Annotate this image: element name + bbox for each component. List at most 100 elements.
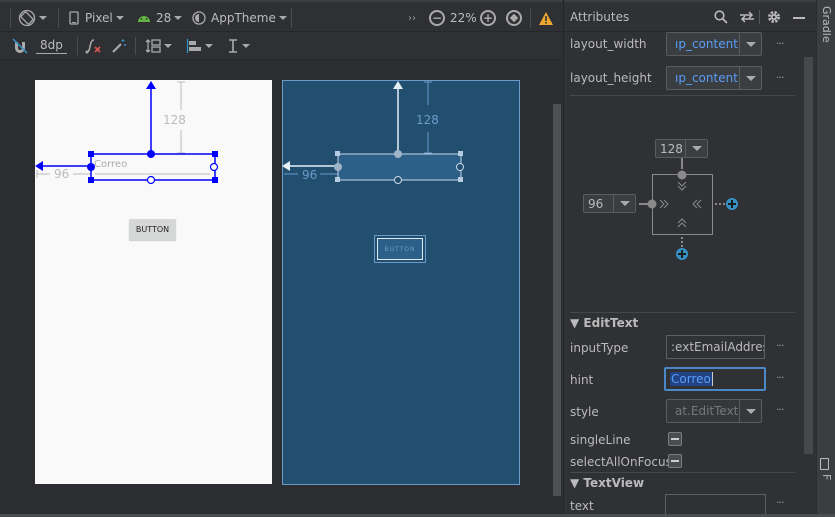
select-all-on-focus-checkbox[interactable]: [668, 454, 682, 468]
add-bottom-constraint-icon: [676, 248, 688, 260]
hint-input-value: Correo: [670, 372, 712, 386]
minimize-icon[interactable]: [793, 17, 805, 19]
api-level-selector[interactable]: 28: [137, 8, 183, 28]
attributes-header: Attributes: [564, 0, 817, 32]
swap-icon[interactable]: [739, 11, 755, 23]
layout-width-combo[interactable]: ıp_content: [666, 32, 762, 56]
attributes-scrollbar[interactable]: [804, 57, 813, 454]
chevron-down-icon: [115, 16, 124, 20]
rotate-device-icon: [18, 9, 36, 27]
edittext-section-title: EditText: [583, 316, 639, 330]
blueprint-surface[interactable]: 128 96 BUTTON: [282, 80, 520, 485]
input-type-more-button[interactable]: ···: [776, 339, 784, 352]
api-level-label: 28: [156, 11, 172, 25]
edittext-hint[interactable]: Correo: [94, 159, 127, 170]
chevron-down-icon[interactable]: [685, 140, 707, 157]
style-combo[interactable]: at.EditText: [666, 399, 762, 423]
chevron-down-icon[interactable]: [739, 400, 761, 422]
divider: [570, 472, 795, 473]
android-studio-layout-editor: Pixel 28 AppTheme ›› − 22% + 8dp 128 96 …: [0, 0, 835, 517]
device-label: Pixel: [85, 11, 113, 25]
magic-wand-icon: [112, 39, 126, 53]
pack-button[interactable]: [145, 36, 172, 56]
attributes-panel: Attributes layout_width ıp_content ··· l…: [563, 0, 817, 517]
chevron-down-icon[interactable]: [739, 67, 761, 89]
hint-input[interactable]: Correo: [664, 367, 766, 391]
style-more-button[interactable]: ···: [776, 403, 784, 416]
divider: [570, 312, 795, 313]
pack-icon: [145, 39, 161, 53]
align-button[interactable]: [186, 36, 213, 56]
margin-top-label: 128: [163, 113, 186, 127]
separator: [135, 37, 136, 55]
input-type-field[interactable]: :extEmailAddress: [666, 335, 765, 359]
chevron-down-icon: [39, 16, 47, 20]
align-left-icon: [186, 39, 201, 53]
orientation-button[interactable]: [18, 8, 47, 28]
zoom-fit-icon: [506, 10, 522, 26]
gear-icon[interactable]: [767, 10, 781, 24]
clear-constraints-button[interactable]: [85, 36, 103, 56]
hint-label: hint: [570, 373, 594, 387]
text-more-button[interactable]: ···: [776, 496, 784, 509]
text-input[interactable]: [665, 494, 766, 516]
separator: [530, 8, 531, 28]
layout-height-value: ıp_content: [675, 71, 738, 85]
zoom-in-button[interactable]: +: [480, 8, 496, 28]
top-constraint-arrow: [146, 81, 156, 89]
separator: [291, 8, 292, 28]
default-margin-value: 8dp: [40, 37, 63, 52]
constraint-widget: 128 96: [564, 96, 804, 306]
blueprint-button[interactable]: BUTTON: [374, 235, 426, 263]
style-label: style: [570, 405, 599, 419]
guidelines-button[interactable]: [227, 36, 250, 56]
guidelines-icon: [229, 39, 237, 53]
theme-icon: [192, 11, 206, 25]
magnet-off-icon: [12, 38, 28, 54]
zoom-level: 22%: [450, 11, 477, 25]
layout-width-label: layout_width: [570, 37, 647, 51]
layout-width-more-button[interactable]: ···: [776, 37, 784, 50]
start-margin-combo[interactable]: 96: [583, 194, 636, 213]
search-icon[interactable]: [714, 10, 728, 24]
infer-constraints-button[interactable]: [111, 36, 127, 56]
layout-height-combo[interactable]: ıp_content: [666, 66, 762, 90]
text-label: text: [570, 499, 594, 513]
collapse-triangle-icon: ▼: [570, 476, 584, 490]
chevron-down-icon: [278, 16, 287, 20]
design-constraints-overlay: [35, 81, 219, 185]
chevron-down-icon[interactable]: [613, 195, 635, 212]
default-margin-button[interactable]: 8dp: [36, 36, 67, 54]
single-line-checkbox[interactable]: [668, 432, 682, 446]
theme-selector[interactable]: AppTheme: [192, 8, 287, 28]
clear-constraints-icon: [85, 39, 101, 54]
canvas-scrollbar[interactable]: [553, 104, 561, 496]
top-margin-combo[interactable]: 128: [655, 139, 708, 158]
zoom-in-icon: +: [480, 10, 496, 26]
blueprint-button-label: BUTTON: [377, 238, 423, 260]
chevron-down-icon[interactable]: [739, 33, 761, 55]
attributes-title: Attributes: [570, 10, 630, 24]
overflow-button[interactable]: ››: [408, 8, 416, 28]
end-anchor: [209, 162, 219, 172]
edittext-section-header[interactable]: ▼ EditText: [570, 316, 638, 330]
hint-more-button[interactable]: ···: [776, 371, 784, 384]
text-cursor: [711, 372, 713, 386]
textview-section-header[interactable]: ▼ TextView: [570, 476, 644, 490]
design-canvas[interactable]: 128 96 Correo BUTTON 128 96 BUTTON: [0, 62, 562, 515]
device-file-icon: [820, 458, 829, 470]
zoom-to-fit-button[interactable]: [506, 8, 522, 28]
start-constraint-arrow: [35, 161, 43, 171]
warnings-button[interactable]: [539, 8, 553, 28]
device-file-explorer-tab[interactable]: Device F: [820, 474, 835, 514]
start-constraint-handle: [647, 199, 657, 209]
design-surface[interactable]: 128 96 Correo BUTTON: [35, 80, 272, 484]
layout-height-more-button[interactable]: ···: [776, 71, 784, 84]
margin-start-label: 96: [54, 167, 70, 181]
gradle-tab[interactable]: Gradle: [820, 6, 833, 43]
select-all-on-focus-label: selectAllOnFocus: [570, 455, 672, 469]
zoom-out-button[interactable]: −: [429, 8, 445, 28]
toggle-autoconnect-button[interactable]: [12, 36, 28, 56]
device-selector[interactable]: Pixel: [69, 8, 124, 28]
design-button[interactable]: BUTTON: [129, 219, 176, 240]
